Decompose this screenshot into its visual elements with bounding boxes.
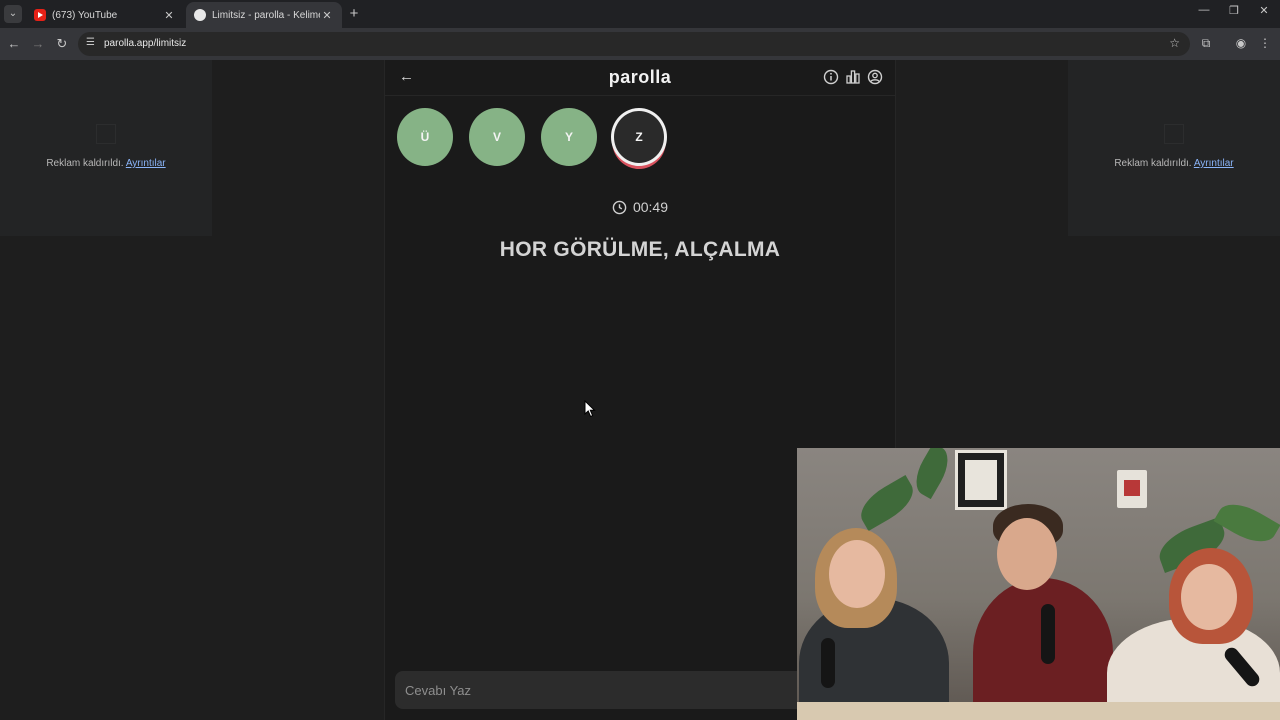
ad-placeholder-icon bbox=[96, 124, 116, 144]
microphone bbox=[821, 638, 835, 688]
profile-icon[interactable]: ◉ bbox=[1233, 36, 1249, 50]
ad-removed-notice: Reklam kaldırıldı. Ayrıntılar bbox=[1068, 158, 1280, 169]
person-left-face bbox=[829, 540, 885, 608]
clock-icon bbox=[612, 200, 627, 215]
desk bbox=[797, 702, 1280, 720]
reload-icon[interactable]: ↻ bbox=[54, 36, 70, 52]
url-text[interactable]: parolla.app/limitsiz bbox=[104, 38, 186, 49]
user-profile-icon[interactable] bbox=[867, 69, 883, 85]
extensions-icon[interactable]: ⧉ bbox=[1198, 36, 1214, 51]
info-icon[interactable] bbox=[823, 69, 839, 85]
youtube-icon bbox=[34, 9, 46, 21]
forward-icon[interactable]: → bbox=[30, 36, 46, 51]
microphone bbox=[1041, 604, 1055, 664]
ad-details-link[interactable]: Ayrıntılar bbox=[126, 158, 166, 169]
letter-circle[interactable]: Y bbox=[541, 108, 597, 166]
question-clue: HOR GÖRÜLME, ALÇALMA bbox=[499, 238, 781, 261]
close-icon[interactable]: ✕ bbox=[162, 9, 176, 22]
wall-poster bbox=[955, 450, 1007, 510]
ad-slot-right: Reklam kaldırıldı. Ayrıntılar bbox=[1068, 60, 1280, 236]
stats-chart-icon[interactable] bbox=[845, 69, 861, 85]
wall-sign bbox=[1117, 470, 1147, 508]
plant-leaf bbox=[1213, 495, 1280, 551]
ad-placeholder-icon bbox=[1164, 124, 1184, 144]
parolla-icon bbox=[194, 9, 206, 21]
ad-details-link[interactable]: Ayrıntılar bbox=[1194, 158, 1234, 169]
timer-value: 00:49 bbox=[632, 199, 669, 215]
letter-circle-current[interactable]: Z bbox=[611, 108, 667, 166]
site-settings-icon[interactable]: ☰ bbox=[86, 37, 98, 49]
letter-circle[interactable]: Ü bbox=[397, 108, 453, 166]
back-icon[interactable]: ← bbox=[6, 36, 22, 51]
ad-removed-text: Reklam kaldırıldı. bbox=[46, 158, 124, 169]
browser-tab-bar: ⌄ (673) YouTube ✕ Limitsiz - parolla - K… bbox=[0, 0, 1280, 28]
tab-title: (673) YouTube bbox=[52, 9, 118, 21]
ad-removed-text: Reklam kaldırıldı. bbox=[1114, 158, 1192, 169]
bookmark-star-icon[interactable]: ☆ bbox=[1169, 36, 1180, 50]
tab-youtube[interactable]: (673) YouTube ✕ bbox=[26, 2, 184, 28]
app-logo: parolla bbox=[608, 67, 672, 87]
minimize-button[interactable]: — bbox=[1194, 4, 1214, 16]
tab-parolla[interactable]: Limitsiz - parolla - Kelime oyunu ✕ bbox=[186, 2, 342, 28]
letter-circle[interactable]: V bbox=[469, 108, 525, 166]
person-middle-face bbox=[997, 518, 1057, 590]
timer: 00:49 bbox=[385, 199, 895, 215]
restore-button[interactable]: ❐ bbox=[1224, 4, 1244, 17]
plant-leaf bbox=[853, 475, 921, 531]
tab-title: Limitsiz - parolla - Kelime oyunu bbox=[212, 9, 320, 21]
address-bar[interactable]: ☰ parolla.app/limitsiz ☆ bbox=[78, 32, 1190, 56]
close-icon[interactable]: ✕ bbox=[320, 9, 334, 22]
tab-search-chevron-icon[interactable]: ⌄ bbox=[4, 5, 22, 23]
menu-kebab-icon[interactable]: ⋮ bbox=[1257, 36, 1273, 50]
new-tab-button[interactable]: + bbox=[346, 5, 362, 23]
webcam-overlay bbox=[797, 448, 1280, 720]
mouse-cursor-icon bbox=[584, 400, 596, 418]
person-right-face bbox=[1181, 564, 1237, 630]
window-close-button[interactable]: ✕ bbox=[1254, 4, 1274, 17]
plant-leaf bbox=[908, 448, 956, 500]
app-header: ← parolla bbox=[385, 60, 895, 96]
ad-slot-left: Reklam kaldırıldı. Ayrıntılar bbox=[0, 60, 212, 236]
browser-toolbar: ← → ↻ ☰ parolla.app/limitsiz ☆ ⧉ ◉ ⋮ bbox=[0, 28, 1280, 60]
ad-removed-notice: Reklam kaldırıldı. Ayrıntılar bbox=[0, 158, 212, 169]
